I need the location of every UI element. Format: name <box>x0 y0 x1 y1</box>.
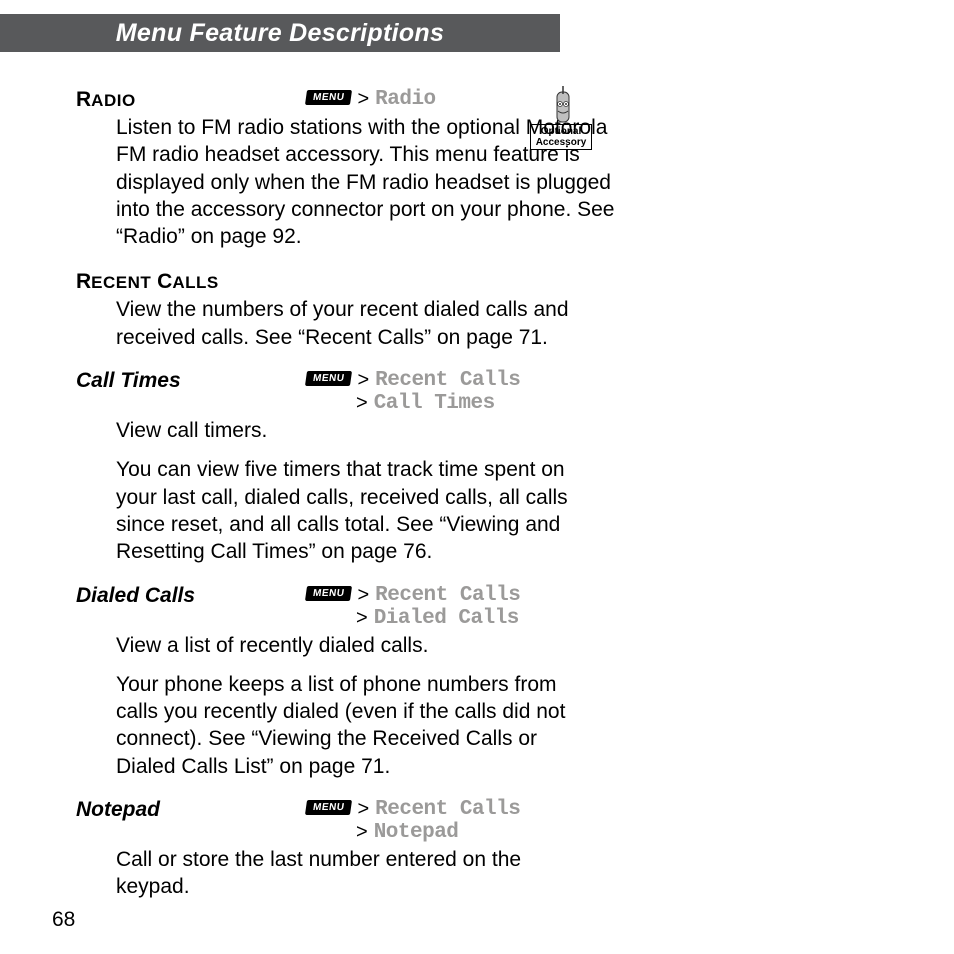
dialed-calls-body1: View a list of recently dialed calls. <box>116 632 596 659</box>
recent-calls-heading-row: RECENT CALLS <box>76 270 596 294</box>
nav-separator: > <box>356 821 368 844</box>
menu-button-icon: MENU <box>305 586 353 601</box>
nav-separator: > <box>356 607 368 630</box>
page-header-title: Menu Feature Descriptions <box>116 19 444 48</box>
radio-path: Radio <box>375 88 436 111</box>
dialed-calls-path1: Recent Calls <box>375 584 520 607</box>
notepad-nav: MENU > Recent Calls > Notepad <box>306 798 520 844</box>
nav-separator: > <box>357 798 369 821</box>
page-header: Menu Feature Descriptions <box>0 14 560 52</box>
call-times-nav: MENU > Recent Calls > Call Times <box>306 369 520 415</box>
call-times-body2: You can view five timers that track time… <box>116 456 596 565</box>
radio-nav: MENU > Radio <box>306 88 436 111</box>
radio-title: RADIO <box>76 88 136 111</box>
call-times-body1: View call timers. <box>116 417 596 444</box>
dialed-calls-title: Dialed Calls <box>76 584 195 607</box>
dialed-calls-heading-row: Dialed Calls MENU > Recent Calls > Diale… <box>76 584 596 630</box>
page-number: 68 <box>52 908 75 932</box>
radio-body: Listen to FM radio stations with the opt… <box>116 114 616 250</box>
nav-separator: > <box>357 369 369 392</box>
radio-heading-row: RADIO MENU > Radio <box>76 88 596 112</box>
notepad-title: Notepad <box>76 798 160 821</box>
page: Menu Feature Descriptions Optional Acces… <box>0 0 954 954</box>
menu-button-icon: MENU <box>305 800 353 815</box>
notepad-path2: Notepad <box>374 821 459 844</box>
content-area: RADIO MENU > Radio Listen to FM radio st… <box>76 84 596 901</box>
notepad-path1: Recent Calls <box>375 798 520 821</box>
nav-separator: > <box>356 392 368 415</box>
nav-separator: > <box>357 584 369 607</box>
call-times-heading-row: Call Times MENU > Recent Calls > Call Ti… <box>76 369 596 415</box>
nav-separator: > <box>357 88 369 111</box>
dialed-calls-nav: MENU > Recent Calls > Dialed Calls <box>306 584 520 630</box>
call-times-path1: Recent Calls <box>375 369 520 392</box>
dialed-calls-body2: Your phone keeps a list of phone numbers… <box>116 671 596 780</box>
call-times-title: Call Times <box>76 369 181 392</box>
recent-calls-title: RECENT CALLS <box>76 270 219 294</box>
menu-button-icon: MENU <box>305 371 353 386</box>
recent-calls-body: View the numbers of your recent dialed c… <box>116 296 596 351</box>
notepad-heading-row: Notepad MENU > Recent Calls > Notepad <box>76 798 596 844</box>
call-times-path2: Call Times <box>374 392 495 415</box>
notepad-body: Call or store the last number entered on… <box>116 846 596 901</box>
dialed-calls-path2: Dialed Calls <box>374 607 519 630</box>
menu-button-icon: MENU <box>305 90 353 105</box>
